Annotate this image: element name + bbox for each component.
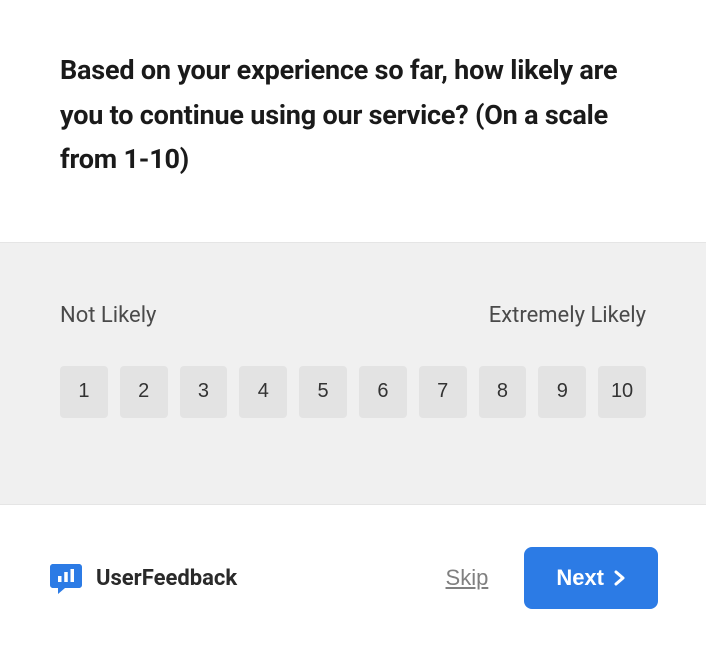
brand-name: UserFeedback — [96, 566, 237, 591]
scale-option-9[interactable]: 9 — [538, 366, 586, 418]
scale-labels: Not Likely Extremely Likely — [60, 303, 646, 328]
next-button-label: Next — [556, 565, 604, 591]
scale-option-10[interactable]: 10 — [598, 366, 646, 418]
next-button[interactable]: Next — [524, 547, 658, 609]
scale-option-7[interactable]: 7 — [419, 366, 467, 418]
scale-option-3[interactable]: 3 — [180, 366, 228, 418]
question-section: Based on your experience so far, how lik… — [0, 0, 706, 242]
scale-option-4[interactable]: 4 — [239, 366, 287, 418]
scale-option-8[interactable]: 8 — [479, 366, 527, 418]
skip-button[interactable]: Skip — [446, 565, 489, 591]
chevron-right-icon — [614, 570, 626, 586]
scale-section: Not Likely Extremely Likely 1 2 3 4 5 6 … — [0, 242, 706, 504]
scale-option-2[interactable]: 2 — [120, 366, 168, 418]
scale-label-high: Extremely Likely — [489, 303, 646, 328]
brand: UserFeedback — [48, 560, 237, 596]
survey-card: Based on your experience so far, how lik… — [0, 0, 706, 651]
scale-option-6[interactable]: 6 — [359, 366, 407, 418]
question-text: Based on your experience so far, how lik… — [60, 48, 646, 182]
chart-bubble-icon — [48, 560, 84, 596]
scale-option-1[interactable]: 1 — [60, 366, 108, 418]
footer-section: UserFeedback Skip Next — [0, 504, 706, 651]
scale-label-low: Not Likely — [60, 303, 156, 328]
footer-actions: Skip Next — [446, 547, 658, 609]
scale-buttons: 1 2 3 4 5 6 7 8 9 10 — [60, 366, 646, 418]
scale-option-5[interactable]: 5 — [299, 366, 347, 418]
